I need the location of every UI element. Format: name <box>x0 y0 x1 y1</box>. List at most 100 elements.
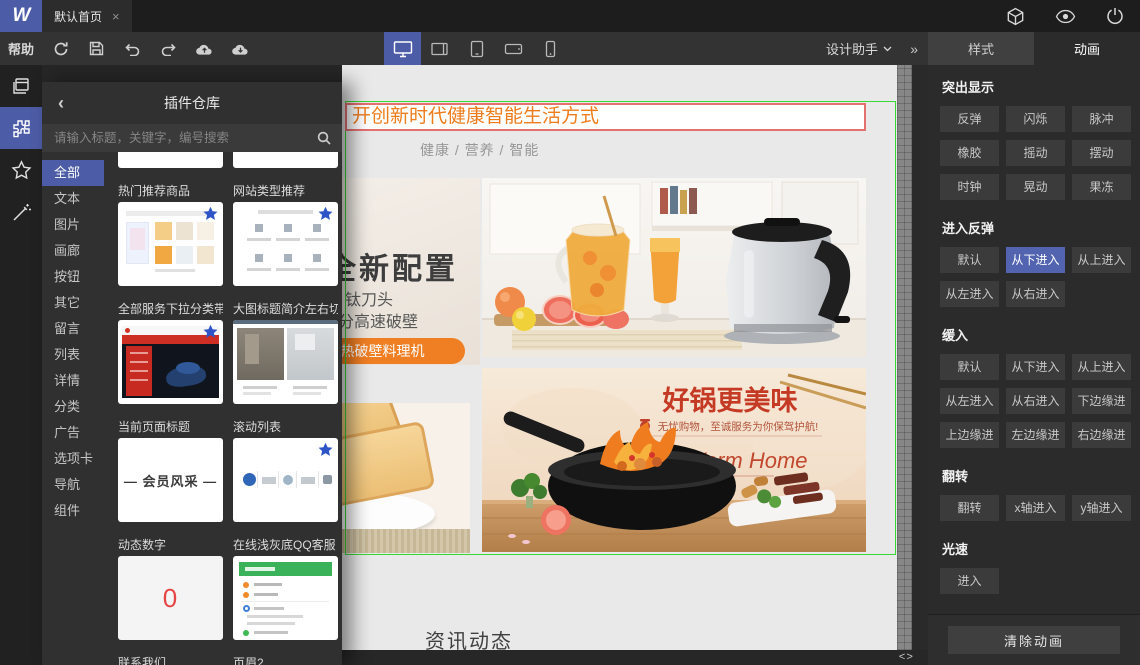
category-item[interactable]: 选项卡 <box>42 446 104 472</box>
animation-option-button[interactable]: 从下进入 <box>1006 354 1065 380</box>
wok-banner-image[interactable]: 好锅更美味 无忧购物，至诚服务为你保驾护航! Warm Home <box>482 368 872 552</box>
favorite-star-icon[interactable] <box>318 442 333 457</box>
device-phone-landscape-button[interactable] <box>495 32 532 65</box>
plugin-item-thumb[interactable] <box>118 152 223 168</box>
animation-option-button[interactable]: 右边缘进 <box>1072 422 1131 448</box>
refresh-button[interactable] <box>52 40 69 57</box>
category-item[interactable]: 其它 <box>42 290 104 316</box>
plugin-search-input[interactable] <box>42 131 306 145</box>
category-item[interactable]: 文本 <box>42 186 104 212</box>
toolbar-more-button[interactable]: » <box>910 32 918 65</box>
page-tab-label: 默认首页 <box>54 9 103 24</box>
favorite-star-icon[interactable] <box>203 206 218 221</box>
device-laptop-button[interactable] <box>421 32 458 65</box>
animation-option-button[interactable]: 从右进入 <box>1006 281 1065 307</box>
back-chevron-icon[interactable]: ‹ <box>58 82 64 124</box>
category-item[interactable]: 图片 <box>42 212 104 238</box>
close-tab-icon[interactable]: × <box>112 10 120 23</box>
animation-option-button[interactable]: 摇动 <box>1006 140 1065 166</box>
animation-option-button[interactable]: 脉冲 <box>1072 106 1131 132</box>
tab-style[interactable]: 样式 <box>928 32 1034 65</box>
sidebar-item-plugins[interactable] <box>0 107 42 149</box>
toast-image[interactable] <box>342 403 470 553</box>
code-view-icon[interactable]: <> <box>899 652 914 664</box>
selected-title-element[interactable]: 开创新时代健康智能生活方式 <box>345 103 866 131</box>
page-subtitle[interactable]: 健康 / 营养 / 智能 <box>420 140 539 160</box>
device-tablet-button[interactable] <box>458 32 495 65</box>
category-item[interactable]: 详情 <box>42 368 104 394</box>
plugin-item-thumb[interactable] <box>118 202 223 286</box>
animation-option-button[interactable]: 反弹 <box>940 106 999 132</box>
animation-option-button[interactable]: 摆动 <box>1072 140 1131 166</box>
category-item[interactable]: 留言 <box>42 316 104 342</box>
page-tab[interactable]: 默认首页 × <box>42 0 132 32</box>
canvas-resize-strip[interactable] <box>897 65 912 650</box>
left-product-banner[interactable]: 全新配置 钛刀头 分高速破壁 热破壁料理机 <box>342 178 480 365</box>
animation-option-button[interactable]: 下边缘进 <box>1072 388 1131 414</box>
animation-option-button[interactable]: 从右进入 <box>1006 388 1065 414</box>
plugin-item-thumb[interactable]: 0 <box>118 556 223 640</box>
category-item[interactable]: 按钮 <box>42 264 104 290</box>
design-assistant-button[interactable]: 设计助手 <box>826 32 892 65</box>
animation-option-button[interactable]: y轴进入 <box>1072 495 1131 521</box>
plugin-item <box>233 152 338 184</box>
animation-buttons: 反弹 闪烁 脉冲橡胶 摇动 摆动时钟 晃动 果冻 <box>940 106 1132 200</box>
category-item[interactable]: 导航 <box>42 472 104 498</box>
category-item[interactable]: 分类 <box>42 394 104 420</box>
cloud-upload-button[interactable] <box>196 40 213 57</box>
design-canvas[interactable]: 开创新时代健康智能生活方式 健康 / 营养 / 智能 全新配置 钛刀头 分高速破… <box>342 65 897 650</box>
animation-option-button[interactable]: 进入 <box>940 568 999 594</box>
category-item[interactable]: 画廊 <box>42 238 104 264</box>
plugin-item-thumb[interactable] <box>233 202 338 286</box>
animation-option-button[interactable]: 果冻 <box>1072 174 1131 200</box>
plugin-item-thumb[interactable] <box>233 152 338 168</box>
plugin-item-thumb[interactable] <box>233 556 338 640</box>
sidebar-item-tools[interactable] <box>0 191 42 233</box>
favorite-star-icon[interactable] <box>203 324 218 339</box>
plugin-item-thumb[interactable] <box>233 438 338 522</box>
components-cube-button[interactable] <box>1006 7 1025 26</box>
animation-option-button[interactable]: 上边缘进 <box>940 422 999 448</box>
animation-option-button[interactable]: x轴进入 <box>1006 495 1065 521</box>
animation-option-button[interactable]: 从左进入 <box>940 388 999 414</box>
animation-option-button[interactable]: 闪烁 <box>1006 106 1065 132</box>
device-phone-button[interactable] <box>532 32 569 65</box>
animation-option-button[interactable]: 从上进入 <box>1072 247 1131 273</box>
power-button[interactable] <box>1106 7 1124 25</box>
animation-option-button[interactable]: 从上进入 <box>1072 354 1131 380</box>
plugin-item-thumb[interactable] <box>233 320 338 404</box>
cloud-download-button[interactable] <box>232 40 249 57</box>
sidebar-item-favorites[interactable] <box>0 149 42 191</box>
redo-button[interactable] <box>160 40 177 57</box>
animation-option-button[interactable]: 从下进入 <box>1006 247 1065 273</box>
banner-button[interactable]: 热破壁料理机 <box>342 338 465 364</box>
animation-option-button[interactable]: 橡胶 <box>940 140 999 166</box>
sidebar-item-pages[interactable] <box>0 65 42 107</box>
animation-option-button[interactable]: 从左进入 <box>940 281 999 307</box>
category-item[interactable]: 全部 <box>42 160 104 186</box>
tab-animation[interactable]: 动画 <box>1034 32 1140 65</box>
help-button[interactable]: 帮助 <box>8 32 34 65</box>
device-desktop-button[interactable] <box>384 32 421 65</box>
animation-option-button[interactable]: 默认 <box>940 354 999 380</box>
news-section-heading[interactable]: 资讯动态 <box>425 625 513 650</box>
app-logo[interactable]: W <box>0 0 42 32</box>
plugin-item-thumb[interactable] <box>118 320 223 404</box>
favorite-star-icon[interactable] <box>318 206 333 221</box>
category-item[interactable]: 列表 <box>42 342 104 368</box>
plugin-item-thumb[interactable]: — 会员风采 — <box>118 438 223 522</box>
kettle-banner-image[interactable] <box>482 178 866 357</box>
undo-button[interactable] <box>124 40 141 57</box>
animation-option-button[interactable]: 默认 <box>940 247 999 273</box>
preview-eye-button[interactable] <box>1055 9 1076 24</box>
save-button[interactable] <box>88 40 105 57</box>
animation-option-button[interactable]: 左边缘进 <box>1006 422 1065 448</box>
category-item[interactable]: 组件 <box>42 498 104 524</box>
animation-option-button[interactable]: 晃动 <box>1006 174 1065 200</box>
search-button[interactable] <box>306 124 342 152</box>
refresh-icon <box>54 41 68 55</box>
clear-animation-button[interactable]: 清除动画 <box>948 626 1120 654</box>
animation-option-button[interactable]: 翻转 <box>940 495 999 521</box>
category-item[interactable]: 广告 <box>42 420 104 446</box>
animation-option-button[interactable]: 时钟 <box>940 174 999 200</box>
